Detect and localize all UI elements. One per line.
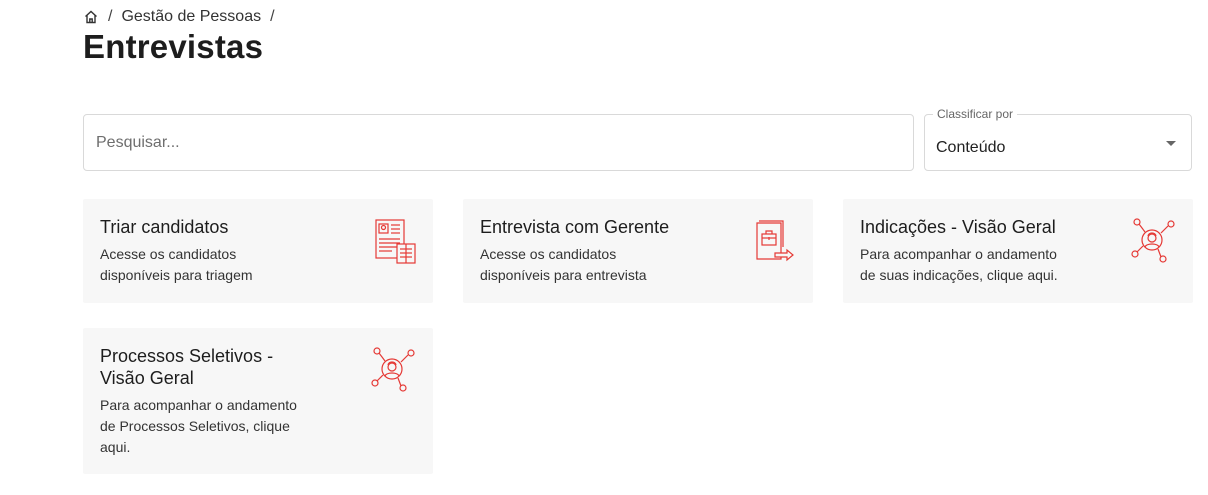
card-title: Processos Seletivos - Visão Geral	[100, 345, 273, 389]
card-title-line: Processos Seletivos -	[100, 346, 274, 366]
resume-list-icon	[375, 219, 417, 265]
card-description: Acesse os candidatos disponíveis para en…	[480, 244, 647, 286]
card-title: Indicações - Visão Geral	[860, 217, 1056, 237]
person-network-icon	[1131, 217, 1177, 265]
card-processos-seletivos-visao-geral[interactable]: Processos Seletivos - Visão Geral Para a…	[83, 328, 433, 474]
sort-select-label: Classificar por	[933, 107, 1018, 121]
card-title: Entrevista com Gerente	[480, 217, 670, 237]
card-description: Para acompanhar o andamento de Processos…	[100, 395, 297, 458]
card-description: Para acompanhar o andamento de suas indi…	[860, 244, 1058, 286]
card-description-line: Para acompanhar o andamento	[100, 397, 297, 413]
sort-select-value: Conteúdo	[936, 139, 1006, 156]
card-description-line: Acesse os candidatos	[100, 246, 237, 262]
search-field[interactable]	[83, 114, 914, 171]
card-description-line: Para acompanhar o andamento	[860, 246, 1057, 262]
card-triar-candidatos[interactable]: Triar candidatos Acesse os candidatos di…	[83, 199, 433, 303]
card-description-line: aqui.	[100, 439, 131, 455]
breadcrumb-separator: /	[108, 8, 113, 25]
card-description-line: de Processos Seletivos, clique	[100, 418, 290, 434]
card-indicacoes-visao-geral[interactable]: Indicações - Visão Geral Para acompanhar…	[843, 199, 1193, 303]
card-description-line: Acesse os candidatos	[480, 246, 617, 262]
caret-down-icon[interactable]	[1166, 141, 1176, 146]
card-description-line: disponíveis para triagem	[100, 267, 253, 283]
breadcrumb-separator: /	[270, 8, 275, 25]
sort-select[interactable]: Classificar por Conteúdo	[924, 107, 1192, 171]
person-network-icon	[371, 346, 417, 394]
breadcrumb: / Gestão de Pessoas /	[83, 6, 284, 28]
card-description: Acesse os candidatos disponíveis para tr…	[100, 244, 253, 286]
card-description-line: disponíveis para entrevista	[480, 267, 647, 283]
breadcrumb-item-gestao-de-pessoas[interactable]: Gestão de Pessoas	[121, 8, 261, 26]
card-title-line: Visão Geral	[100, 368, 194, 388]
search-input[interactable]	[84, 115, 913, 170]
card-description-line: de suas indicações, clique aqui.	[860, 267, 1058, 283]
page-title: Entrevistas	[83, 28, 264, 65]
card-title: Triar candidatos	[100, 217, 229, 237]
card-entrevista-com-gerente[interactable]: Entrevista com Gerente Acesse os candida…	[463, 199, 813, 303]
home-icon[interactable]	[83, 9, 99, 25]
document-briefcase-icon	[755, 219, 797, 265]
